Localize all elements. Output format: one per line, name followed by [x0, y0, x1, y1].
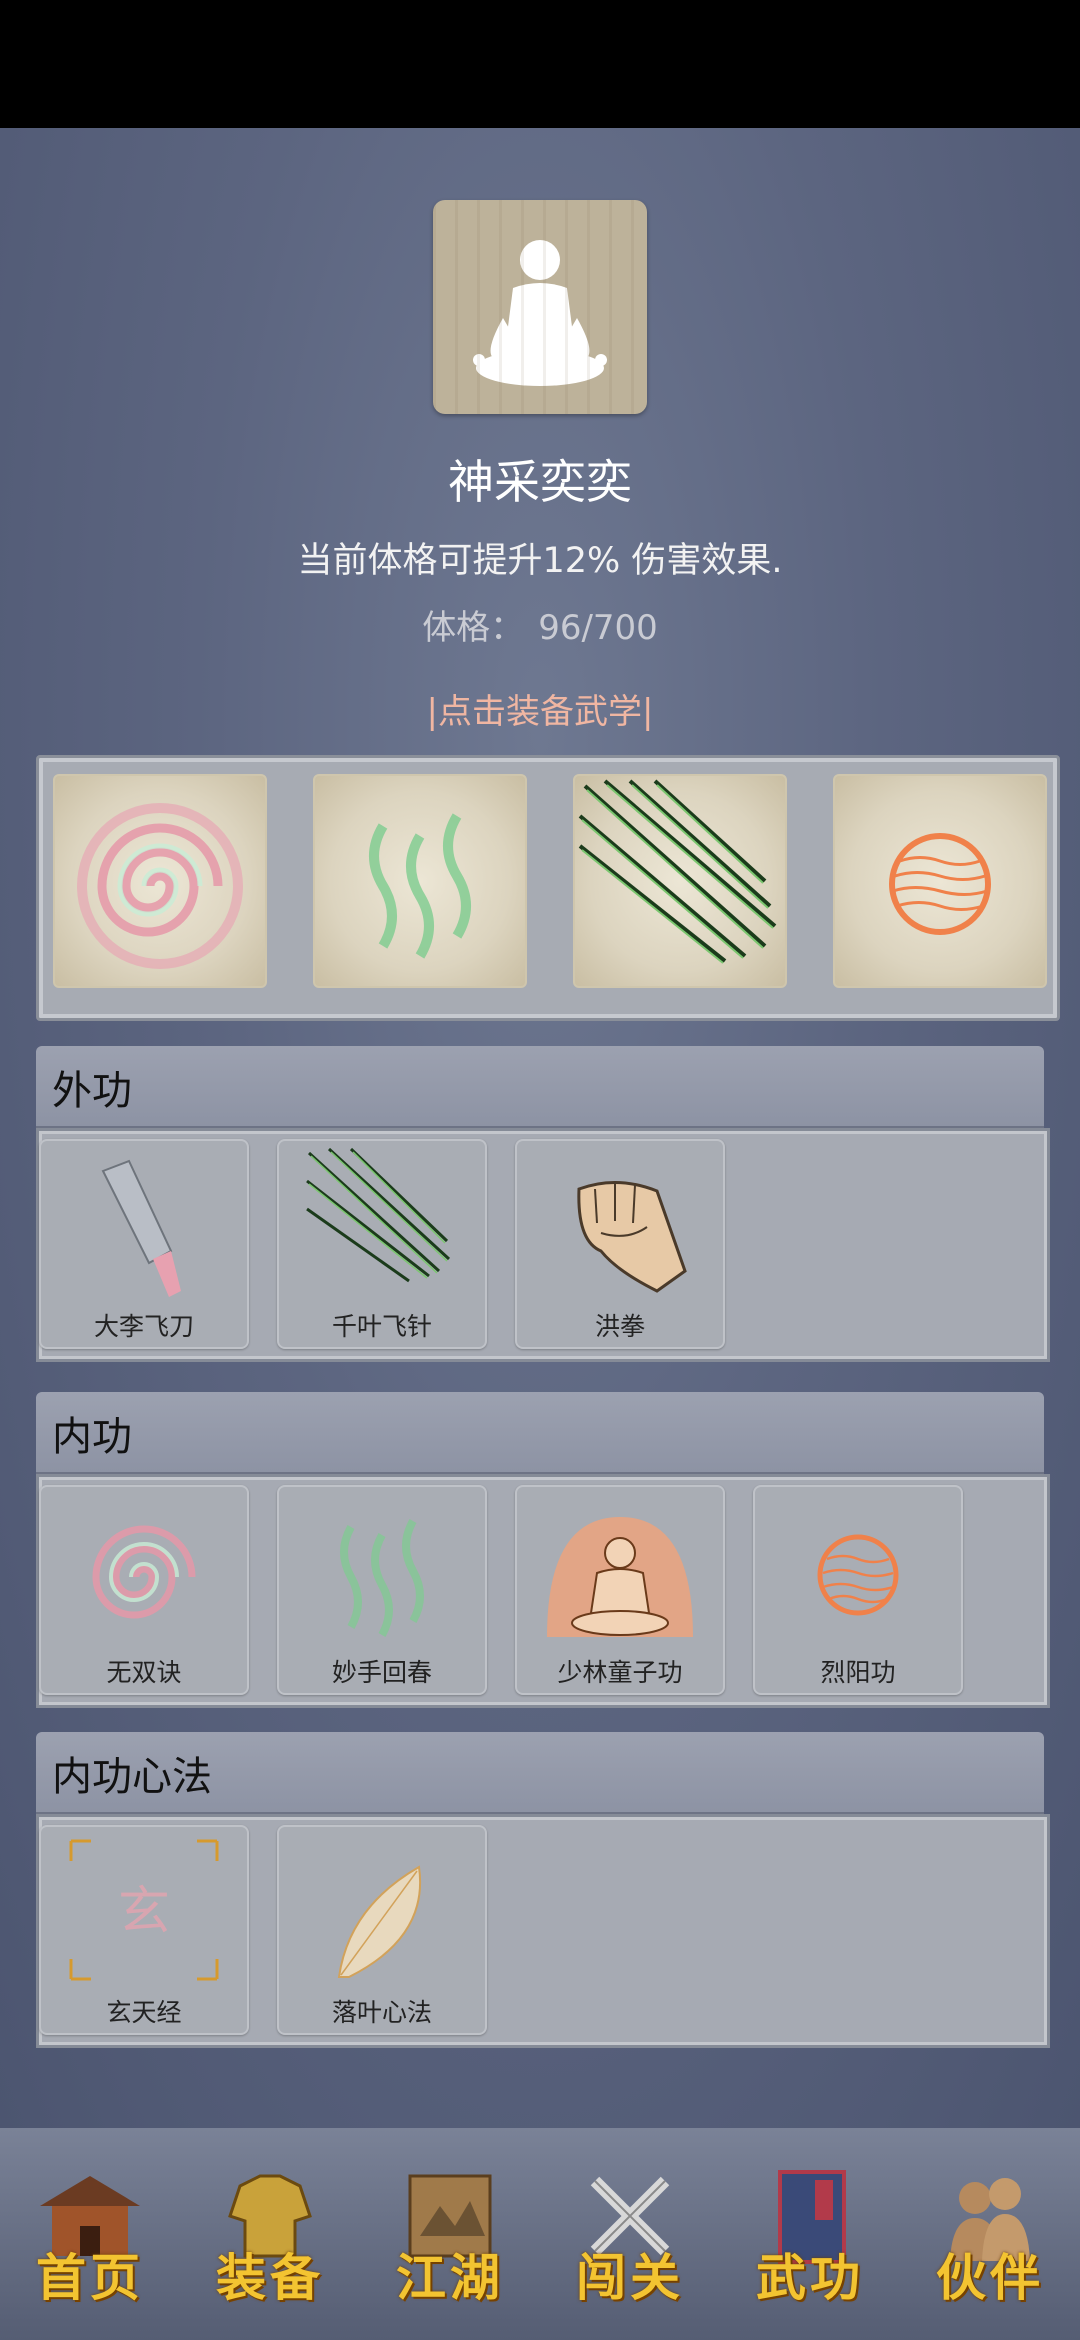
orange-sun-icon: [889, 833, 991, 935]
section-body-mind-method: 玄 玄天经 落叶心法: [36, 1814, 1050, 2048]
nav-label-equipment: 装备: [216, 2248, 324, 2307]
section-title-internal: 内功: [52, 1414, 132, 1460]
constitution-stat: 体格： 96/700: [0, 600, 1080, 649]
stat-value: 96/700: [538, 608, 658, 648]
status-title: 神采奕奕: [448, 455, 632, 509]
skill-card-lieyang[interactable]: 烈阳功: [753, 1485, 963, 1695]
skill-card-flying-knife[interactable]: 大李飞刀: [39, 1139, 249, 1349]
nav-challenge[interactable]: 闯关: [540, 2128, 720, 2340]
skill-card-hong-fist[interactable]: 洪拳: [515, 1139, 725, 1349]
skill-label: 大李飞刀: [93, 1312, 194, 1341]
nav-label-home: 首页: [36, 2248, 144, 2307]
nav-home[interactable]: 首页: [0, 2128, 180, 2340]
nav-companions[interactable]: 伙伴: [900, 2128, 1080, 2340]
status-description: 当前体格可提升12% 伤害效果.: [297, 541, 783, 581]
skill-label: 洪拳: [594, 1312, 645, 1341]
equipped-skills-panel: [36, 755, 1060, 1021]
status-bar: [0, 0, 1080, 128]
skill-card-flying-needles[interactable]: 千叶飞针: [277, 1139, 487, 1349]
green-needles-icon: [578, 779, 777, 964]
section-title-external: 外功: [52, 1068, 132, 1114]
svg-text:玄: 玄: [118, 1882, 170, 1942]
section-header-internal: 内功: [36, 1392, 1044, 1474]
section-header-mind-method: 内功心法: [36, 1732, 1044, 1814]
nav-martial-arts[interactable]: 武功: [720, 2128, 900, 2340]
skill-label: 千叶飞针: [331, 1312, 432, 1341]
section-body-internal: 无双诀 妙手回春 少林童子功 烈阳功: [36, 1474, 1050, 1708]
stat-label: 体格：: [422, 608, 525, 648]
skill-label: 烈阳功: [820, 1658, 896, 1687]
equip-slot-4[interactable]: [833, 774, 1047, 988]
green-waves-icon: [369, 813, 471, 959]
skill-card-luoye[interactable]: 落叶心法: [277, 1825, 487, 2035]
meditation-portrait: [433, 200, 647, 414]
section-title-mind-method: 内功心法: [52, 1754, 212, 1800]
equip-slot-3[interactable]: [573, 774, 787, 988]
nav-label-companions: 伙伴: [936, 2248, 1044, 2307]
nav-label-challenge: 闯关: [576, 2248, 684, 2307]
skill-label: 落叶心法: [331, 1998, 432, 2027]
skill-card-shaolin[interactable]: 少林童子功: [515, 1485, 725, 1695]
equip-martial-arts-link[interactable]: |点击装备武学|: [0, 684, 1080, 733]
equip-slot-2[interactable]: [313, 774, 527, 988]
section-header-external: 外功: [36, 1046, 1044, 1128]
bottom-navigation: 首页 装备 江湖 闯关 武功 伙伴: [0, 2128, 1080, 2340]
skill-card-miaoshou[interactable]: 妙手回春: [277, 1485, 487, 1695]
nav-equipment[interactable]: 装备: [180, 2128, 360, 2340]
nav-label-martial-arts: 武功: [756, 2248, 864, 2307]
skill-label: 少林童子功: [557, 1658, 683, 1687]
martial-arts-screen: 神采奕奕 当前体格可提升12% 伤害效果. 体格： 96/700 |点击装备武学|: [0, 128, 1080, 2128]
spiral-icon: [77, 803, 243, 969]
equip-slot-1[interactable]: [53, 774, 267, 988]
skill-label: 无双诀: [106, 1658, 182, 1687]
nav-jianghu[interactable]: 江湖: [360, 2128, 540, 2340]
skill-label: 妙手回春: [331, 1658, 432, 1687]
nav-label-jianghu: 江湖: [396, 2248, 504, 2307]
skill-card-xuantian[interactable]: 玄 玄天经: [39, 1825, 249, 2035]
section-body-external: 大李飞刀 千叶飞针 洪拳: [36, 1128, 1050, 1362]
skill-card-wushuang[interactable]: 无双诀: [39, 1485, 249, 1695]
skill-label: 玄天经: [106, 1998, 182, 2027]
